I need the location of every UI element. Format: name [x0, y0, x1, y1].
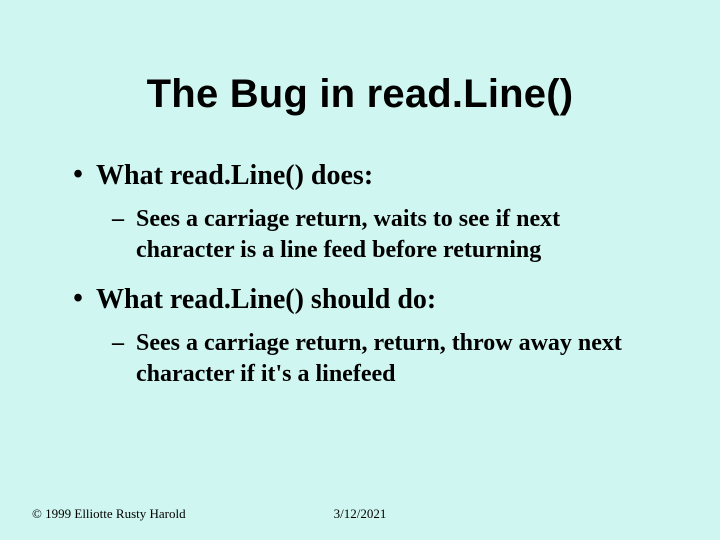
- bullet-text: Sees a carriage return, return, throw aw…: [136, 328, 660, 389]
- bullet-text: What read.Line() does:: [96, 160, 660, 192]
- dash-icon: [112, 328, 136, 358]
- bullet-text: What read.Line() should do:: [96, 284, 660, 316]
- bullet-text: Sees a carriage return, waits to see if …: [136, 204, 660, 265]
- bullet-dot-icon: [60, 284, 96, 315]
- bullet-level2: Sees a carriage return, return, throw aw…: [112, 328, 660, 389]
- footer-date: 3/12/2021: [0, 506, 720, 522]
- bullet-dot-icon: [60, 160, 96, 191]
- slide: The Bug in read.Line() What read.Line() …: [0, 0, 720, 540]
- slide-body: What read.Line() does: Sees a carriage r…: [60, 160, 660, 407]
- bullet-level1: What read.Line() should do:: [60, 284, 660, 316]
- dash-icon: [112, 204, 136, 234]
- bullet-level2: Sees a carriage return, waits to see if …: [112, 204, 660, 265]
- slide-title: The Bug in read.Line(): [0, 72, 720, 117]
- bullet-level1: What read.Line() does:: [60, 160, 660, 192]
